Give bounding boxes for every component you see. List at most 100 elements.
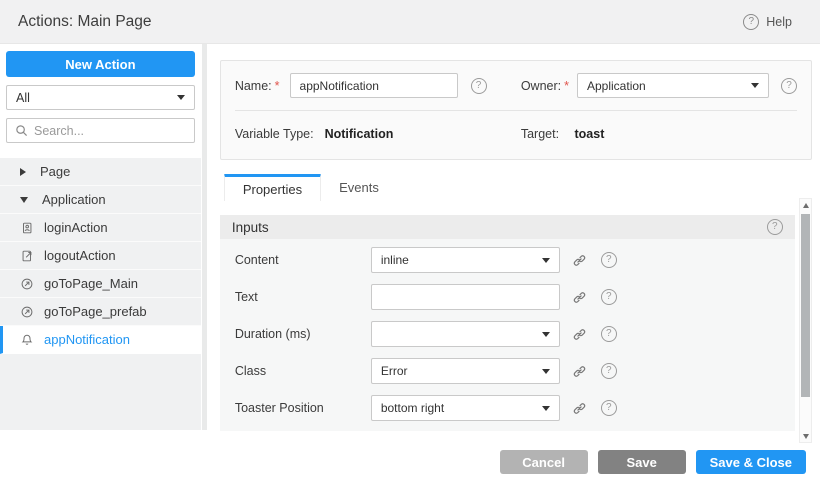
text-bind-icon[interactable] (572, 290, 587, 305)
tree-item-logoutaction[interactable]: logoutAction (0, 242, 201, 270)
main-panel: Name: * Owner: * Application (208, 44, 820, 430)
tree-item-gotopage-prefab[interactable]: goToPage_prefab (0, 298, 201, 326)
chevron-down-icon (177, 95, 185, 100)
content-help-icon[interactable] (601, 252, 617, 268)
logout-icon (20, 249, 34, 263)
input-row-duration: Duration (ms) (220, 321, 795, 347)
toaster-position-help-icon[interactable] (601, 400, 617, 416)
scrollbar-thumb[interactable] (801, 214, 810, 397)
inputs-help-icon[interactable] (767, 219, 783, 235)
properties-scrollbar[interactable] (799, 198, 812, 443)
navigate-icon (20, 305, 34, 319)
duration-bind-icon[interactable] (572, 327, 587, 342)
class-label: Class (235, 364, 371, 378)
save-button[interactable]: Save (598, 450, 686, 474)
text-label: Text (235, 290, 371, 304)
inputs-section-header: Inputs (220, 215, 795, 239)
name-help-icon[interactable] (471, 78, 487, 94)
input-row-text: Text (220, 284, 795, 310)
owner-help-icon[interactable] (781, 78, 797, 94)
sidebar-divider (201, 44, 208, 430)
class-help-icon[interactable] (601, 363, 617, 379)
toaster-position-dropdown-value: bottom right (381, 401, 542, 415)
owner-dropdown-value: Application (587, 79, 751, 93)
class-dropdown-value: Error (381, 364, 542, 378)
tab-properties[interactable]: Properties (224, 174, 321, 201)
tree-group-label: Page (40, 165, 70, 178)
actions-sidebar: New Action All Page Application (0, 44, 201, 430)
tree-item-label: appNotification (44, 333, 130, 346)
dialog-footer: Cancel Save Save & Close (0, 430, 820, 491)
chevron-down-icon (751, 83, 759, 88)
tree-item-label: goToPage_prefab (44, 305, 147, 318)
owner-dropdown[interactable]: Application (577, 73, 769, 98)
chevron-down-icon (542, 332, 550, 337)
target-value: toast (575, 127, 605, 141)
help-icon (743, 14, 759, 30)
actions-tree: Page Application loginAction logoutActio… (0, 158, 201, 430)
toaster-position-label: Toaster Position (235, 401, 371, 415)
content-label: Content (235, 253, 371, 267)
variable-summary-panel: Name: * Owner: * Application (220, 60, 812, 160)
actions-dialog: Actions: Main Page Help New Action All (0, 0, 820, 491)
target-label: Target: (521, 127, 559, 141)
tab-events[interactable]: Events (321, 174, 397, 201)
caret-right-icon (20, 168, 26, 176)
cancel-button[interactable]: Cancel (500, 450, 588, 474)
text-field[interactable] (371, 284, 560, 310)
caret-down-icon (20, 197, 28, 203)
save-and-close-button[interactable]: Save & Close (696, 450, 806, 474)
content-bind-icon[interactable] (572, 253, 587, 268)
required-marker: * (564, 79, 569, 93)
input-row-class: Class Error (220, 358, 795, 384)
tree-item-loginaction[interactable]: loginAction (0, 214, 201, 242)
toaster-position-dropdown[interactable]: bottom right (371, 395, 560, 421)
tree-group-label: Application (42, 193, 106, 206)
chevron-down-icon (542, 406, 550, 411)
tree-group-application[interactable]: Application (0, 186, 201, 214)
required-marker: * (275, 79, 280, 93)
filter-dropdown-value: All (16, 91, 177, 105)
class-bind-icon[interactable] (572, 364, 587, 379)
text-help-icon[interactable] (601, 289, 617, 305)
tree-item-label: loginAction (44, 221, 108, 234)
duration-help-icon[interactable] (601, 326, 617, 342)
variable-type-value: Notification (325, 127, 394, 141)
dialog-header: Actions: Main Page Help (0, 0, 820, 44)
search-icon (15, 124, 28, 137)
link-icon (572, 364, 587, 379)
link-icon (572, 327, 587, 342)
variable-type-label: Variable Type: (235, 127, 314, 141)
form-divider (235, 110, 797, 111)
login-icon (20, 221, 34, 235)
filter-dropdown[interactable]: All (6, 85, 195, 110)
tree-item-appnotification[interactable]: appNotification (0, 326, 201, 354)
tree-item-gotopage-main[interactable]: goToPage_Main (0, 270, 201, 298)
input-row-toaster-position: Toaster Position bottom right (220, 395, 795, 421)
duration-label: Duration (ms) (235, 327, 371, 341)
toaster-position-bind-icon[interactable] (572, 401, 587, 416)
scroll-up-icon[interactable] (800, 199, 811, 211)
bell-icon (20, 333, 34, 347)
name-label: Name: (235, 79, 272, 93)
class-dropdown[interactable]: Error (371, 358, 560, 384)
name-field[interactable] (290, 73, 458, 98)
chevron-down-icon (542, 369, 550, 374)
page-title: Actions: Main Page (18, 13, 152, 31)
help-button[interactable]: Help (743, 14, 792, 30)
owner-label: Owner: (521, 79, 561, 93)
search-input[interactable] (34, 124, 186, 138)
scroll-down-icon[interactable] (800, 430, 811, 442)
tab-bar: Properties Events (224, 174, 820, 201)
content-dropdown[interactable]: inline (371, 247, 560, 273)
chevron-down-icon (542, 258, 550, 263)
link-icon (572, 401, 587, 416)
duration-dropdown[interactable] (371, 321, 560, 347)
search-box[interactable] (6, 118, 195, 143)
new-action-button[interactable]: New Action (6, 51, 195, 77)
tree-group-page[interactable]: Page (0, 158, 201, 186)
link-icon (572, 253, 587, 268)
tree-item-label: logoutAction (44, 249, 116, 262)
content-dropdown-value: inline (381, 253, 542, 267)
inputs-section-title: Inputs (232, 220, 269, 235)
